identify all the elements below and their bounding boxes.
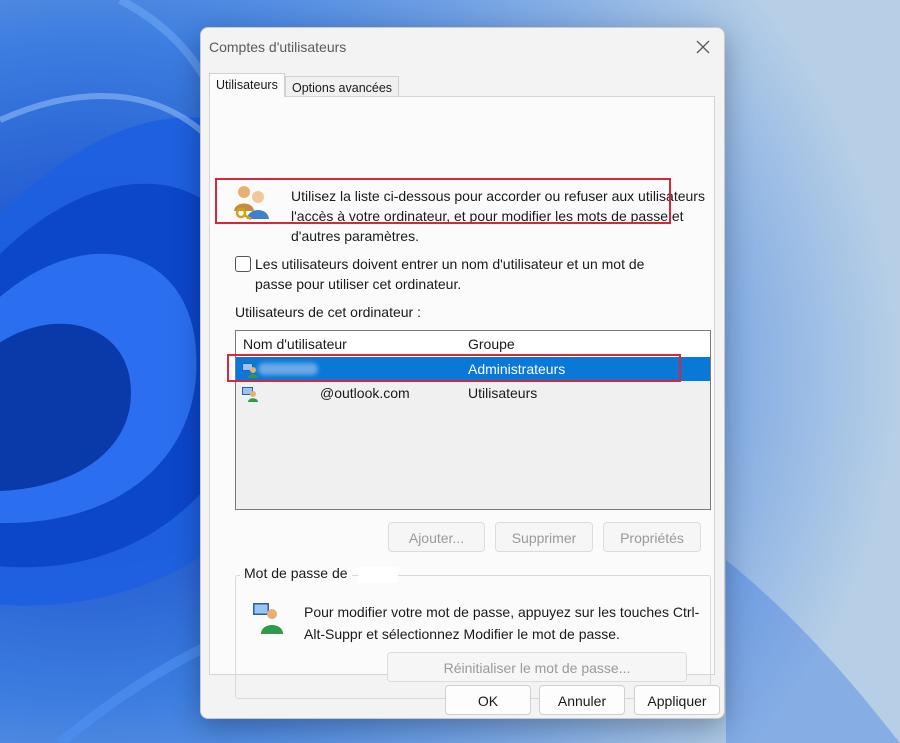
close-icon — [696, 40, 710, 54]
column-header-filler — [693, 331, 710, 357]
cancel-button[interactable]: Annuler — [539, 685, 625, 715]
highlight-box-require-login — [215, 178, 671, 224]
properties-button[interactable]: Propriétés — [603, 522, 701, 552]
password-instructions: Pour modifier votre mot de passe, appuye… — [304, 604, 700, 642]
row-username: @outlook.com — [320, 385, 410, 401]
add-user-button[interactable]: Ajouter... — [388, 522, 485, 552]
remove-user-button[interactable]: Supprimer — [495, 522, 593, 552]
require-login-label[interactable]: Les utilisateurs doivent entrer un nom d… — [255, 254, 675, 294]
users-section-label: Utilisateurs de cet ordinateur : — [235, 304, 421, 320]
title-bar[interactable]: Comptes d'utilisateurs — [201, 28, 724, 66]
window-title: Comptes d'utilisateurs — [209, 39, 347, 55]
tab-panel: Utilisez la liste ci-dessous pour accord… — [209, 96, 715, 699]
tab-users[interactable]: Utilisateurs — [209, 73, 285, 97]
table-row[interactable]: @outlook.com Utilisateurs — [236, 381, 710, 405]
tab-advanced-options[interactable]: Options avancées — [285, 76, 400, 98]
user-icon — [242, 385, 258, 409]
username-redacted — [358, 567, 398, 583]
ok-button[interactable]: OK — [445, 685, 531, 715]
row-group: Utilisateurs — [468, 385, 538, 401]
require-login-checkbox[interactable] — [235, 256, 251, 272]
reset-password-button[interactable]: Réinitialiser le mot de passe... — [387, 652, 687, 682]
user-accounts-dialog: Comptes d'utilisateurs Utilisateurs Opti… — [200, 27, 725, 719]
close-button[interactable] — [692, 36, 714, 58]
highlight-box-selected-row — [227, 354, 681, 382]
password-group-title: Mot de passe de — [240, 565, 352, 581]
apply-button[interactable]: Appliquer — [634, 685, 720, 715]
user-password-icon — [252, 600, 286, 637]
